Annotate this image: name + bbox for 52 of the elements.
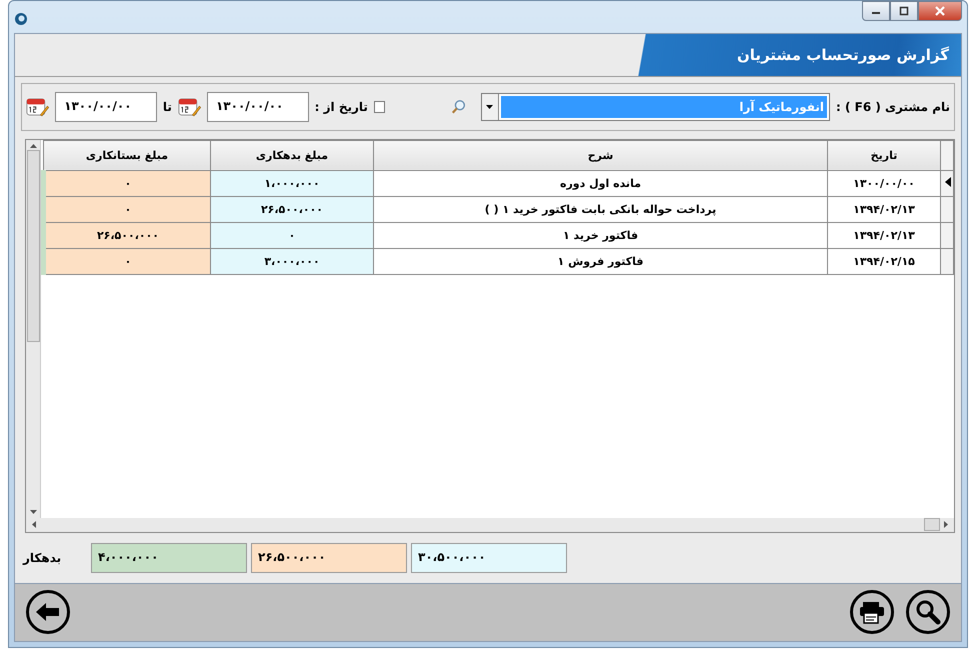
- table-cell: مانده اول دوره: [374, 170, 828, 196]
- table-cell: ۰: [210, 222, 374, 248]
- close-icon: [934, 6, 946, 16]
- table-cell: ۳،۰۰۰،۰۰۰: [210, 248, 374, 274]
- table-cell: پرداخت حواله بانکی بابت فاکتور خرید ۱ ( ): [374, 196, 828, 222]
- table-cell: فاکتور فروش ۱: [374, 248, 828, 274]
- table-cell: ۱،۰۰۰،۰۰۰: [210, 170, 374, 196]
- table-cell: ۰: [44, 248, 210, 274]
- scroll-thumb[interactable]: [26, 150, 40, 342]
- table-cell: ۲۶،۵۰۰،۰۰۰: [44, 222, 210, 248]
- checkbox[interactable]: [374, 100, 385, 113]
- row-header[interactable]: [940, 170, 954, 196]
- app-icon: [14, 12, 28, 26]
- scroll-up-arrow-icon[interactable]: [30, 144, 36, 148]
- date-field[interactable]: ۱۳۰۰/۰۰/۰۰: [206, 92, 309, 122]
- table-cell: ۲۶،۵۰۰،۰۰۰: [210, 196, 374, 222]
- table-cell: ۰: [44, 170, 210, 196]
- table-cell: ۰: [44, 196, 210, 222]
- table-cell: ۱۳۹۴/۰۲/۱۳: [828, 196, 940, 222]
- vertical-scrollbar[interactable]: [26, 140, 41, 518]
- column-header[interactable]: مبلغ بدهکاری: [210, 140, 374, 170]
- field-label: نام مشتری ( F6 ) :: [836, 100, 950, 114]
- table-cell: ۱۳۹۴/۰۲/۱۵: [828, 248, 940, 274]
- column-header[interactable]: شرح: [374, 140, 828, 170]
- scroll-down-arrow-icon[interactable]: [30, 510, 36, 514]
- window-title: گزارش صورتحساب مشتریان: [737, 46, 949, 64]
- horizontal-scrollbar[interactable]: [26, 518, 954, 532]
- maximize-button[interactable]: [890, 1, 918, 21]
- table-cell: ۱۳۹۴/۰۲/۱۳: [828, 222, 940, 248]
- search-button[interactable]: [905, 589, 951, 636]
- column-header[interactable]: تاریخ: [828, 140, 940, 170]
- table-cell: فاکتور خرید ۱: [374, 222, 828, 248]
- column-header[interactable]: مبلغ بستانکاری: [44, 140, 210, 170]
- scroll-left-arrow-icon[interactable]: [32, 521, 36, 528]
- scroll-right-arrow-icon[interactable]: [944, 521, 948, 528]
- total-field: ۲۶،۵۰۰،۰۰۰: [251, 542, 407, 573]
- table-cell: ۱۳۰۰/۰۰/۰۰: [828, 170, 940, 196]
- close-button[interactable]: [918, 1, 962, 21]
- date-field[interactable]: ۱۳۰۰/۰۰/۰۰: [55, 92, 157, 122]
- minimize-button[interactable]: [862, 1, 890, 21]
- total-field: ۴،۰۰۰،۰۰۰: [91, 542, 247, 573]
- maximize-icon: [899, 6, 909, 16]
- printer-button[interactable]: [849, 589, 895, 636]
- dropdown-arrow-icon: [486, 104, 494, 109]
- back-arrow-button[interactable]: [25, 589, 71, 636]
- checkbox-label: تاریخ از :: [314, 100, 368, 114]
- field-label: تا: [162, 100, 172, 114]
- balance-label: بدهکار: [23, 550, 62, 565]
- current-row-icon: [945, 176, 951, 187]
- total-field: ۳۰،۵۰۰،۰۰۰: [411, 542, 567, 573]
- search-icon[interactable]: [450, 98, 467, 116]
- scroll-thumb[interactable]: [924, 518, 940, 532]
